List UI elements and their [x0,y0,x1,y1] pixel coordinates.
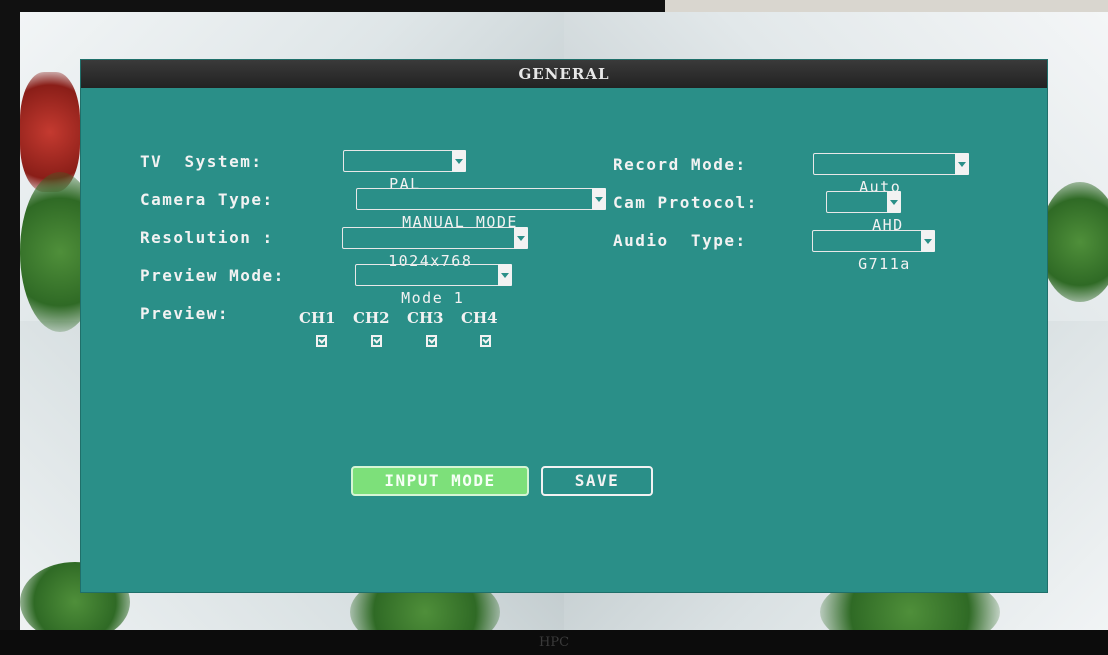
ch4-checkbox[interactable] [480,335,491,347]
chevron-down-icon[interactable] [452,150,466,172]
camera-type-label: Camera Type: [140,190,274,209]
ch2-checkbox[interactable] [371,335,382,347]
resolution-label: Resolution : [140,228,274,247]
monitor-brand: HPC [0,630,1108,655]
preview-label: Preview: [140,304,230,323]
chevron-down-icon[interactable] [514,227,528,249]
chevron-down-icon[interactable] [887,191,901,213]
tv-system-select[interactable]: PAL [343,150,466,193]
channel-label-ch4: CH4 [461,309,498,327]
general-settings-dialog: GENERAL TV System: PAL Camera Type: MANU… [80,59,1048,593]
camera-type-select[interactable]: MANUAL MODE [356,188,606,231]
input-mode-button[interactable]: INPUT MODE [351,466,529,496]
cam-protocol-select[interactable]: AHD [826,191,902,234]
chevron-down-icon[interactable] [955,153,969,175]
audio-type-value: G711a [858,255,911,273]
channel-label-ch2: CH2 [353,309,390,327]
audio-type-select[interactable]: G711a [812,230,935,273]
save-button[interactable]: SAVE [541,466,653,496]
background-wall [665,0,1108,12]
preview-mode-label: Preview Mode: [140,266,285,285]
record-mode-label: Record Mode: [613,155,747,174]
audio-type-label: Audio Type: [613,231,747,250]
preview-mode-value: Mode 1 [401,289,465,307]
channel-label-ch3: CH3 [407,309,444,327]
chevron-down-icon[interactable] [921,230,935,252]
ch3-checkbox[interactable] [426,335,437,347]
cam-protocol-label: Cam Protocol: [613,193,758,212]
ch1-checkbox[interactable] [316,335,327,347]
chevron-down-icon[interactable] [498,264,512,286]
chevron-down-icon[interactable] [592,188,606,210]
dialog-title: GENERAL [81,60,1047,88]
preview-mode-select[interactable]: Mode 1 [355,264,512,307]
record-mode-select[interactable]: Auto [813,153,969,196]
tv-system-label: TV System: [140,152,263,171]
channel-label-ch1: CH1 [299,309,336,327]
resolution-select[interactable]: 1024x768 [342,227,528,270]
